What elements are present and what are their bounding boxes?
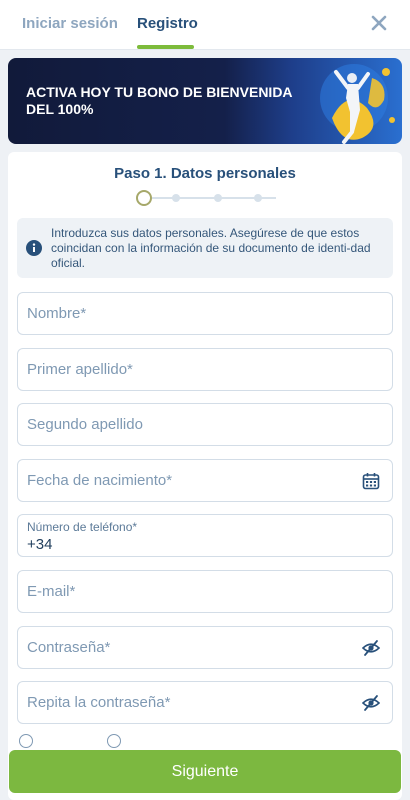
eye-slash-icon xyxy=(361,640,381,656)
step-title: Paso 1. Datos personales xyxy=(114,165,296,182)
phone-field[interactable]: Número de teléfono* +34 xyxy=(17,514,393,557)
toggle-repeat-password-visibility[interactable] xyxy=(361,694,381,712)
info-text: Introduzca sus datos personales. Asegúre… xyxy=(51,226,371,270)
password-placeholder: Contraseña* xyxy=(27,639,111,656)
birthdate-field[interactable]: Fecha de nacimiento* xyxy=(17,459,393,502)
step-1-indicator xyxy=(136,190,152,206)
registration-card: Paso 1. Datos personales Introduzca sus … xyxy=(8,152,402,800)
next-button[interactable]: Siguiente xyxy=(9,750,401,793)
tab-register[interactable]: Registro xyxy=(137,15,198,32)
second-surname-placeholder: Segundo apellido xyxy=(27,416,143,433)
tab-login[interactable]: Iniciar sesión xyxy=(22,15,118,32)
active-tab-indicator xyxy=(137,45,194,49)
close-icon xyxy=(371,15,387,31)
phone-prefix: +34 xyxy=(27,536,53,553)
first-name-placeholder: Nombre* xyxy=(27,305,87,322)
birthdate-placeholder: Fecha de nacimiento* xyxy=(27,472,173,489)
repeat-password-placeholder: Repita la contraseña* xyxy=(27,694,171,711)
phone-label: Número de teléfono* xyxy=(27,520,138,534)
banner-text-line1: ACTIVA HOY TU BONO DE BIENVENIDA xyxy=(26,84,293,100)
top-bar: Iniciar sesión Registro xyxy=(0,0,410,50)
gender-radio-2[interactable] xyxy=(107,734,121,748)
step-3-indicator xyxy=(214,194,222,202)
password-field[interactable]: Contraseña* xyxy=(17,626,393,669)
first-surname-field[interactable]: Primer apellido* xyxy=(17,348,393,391)
info-icon xyxy=(26,240,42,256)
email-placeholder: E-mail* xyxy=(27,583,76,600)
first-surname-placeholder: Primer apellido* xyxy=(27,361,133,378)
eye-slash-icon xyxy=(361,695,381,711)
calendar-icon xyxy=(362,473,380,490)
gender-radio-1[interactable] xyxy=(19,734,33,748)
banner-illustration xyxy=(320,64,395,144)
step-4-indicator xyxy=(254,194,262,202)
second-surname-field[interactable]: Segundo apellido xyxy=(17,403,393,446)
step-progress xyxy=(136,190,276,206)
toggle-password-visibility[interactable] xyxy=(361,639,381,657)
repeat-password-field[interactable]: Repita la contraseña* xyxy=(17,681,393,724)
info-message: Introduzca sus datos personales. Asegúre… xyxy=(17,218,393,278)
step-2-indicator xyxy=(172,194,180,202)
email-field[interactable]: E-mail* xyxy=(17,570,393,613)
close-button[interactable] xyxy=(368,12,390,34)
first-name-field[interactable]: Nombre* xyxy=(17,292,393,335)
welcome-bonus-banner[interactable]: ACTIVA HOY TU BONO DE BIENVENIDA DEL 100… xyxy=(8,58,402,144)
banner-text: ACTIVA HOY TU BONO DE BIENVENIDA DEL 100… xyxy=(26,84,316,118)
gender-radio-group xyxy=(17,734,393,748)
calendar-button[interactable] xyxy=(362,472,380,490)
banner-text-line2: DEL 100% xyxy=(26,101,94,117)
